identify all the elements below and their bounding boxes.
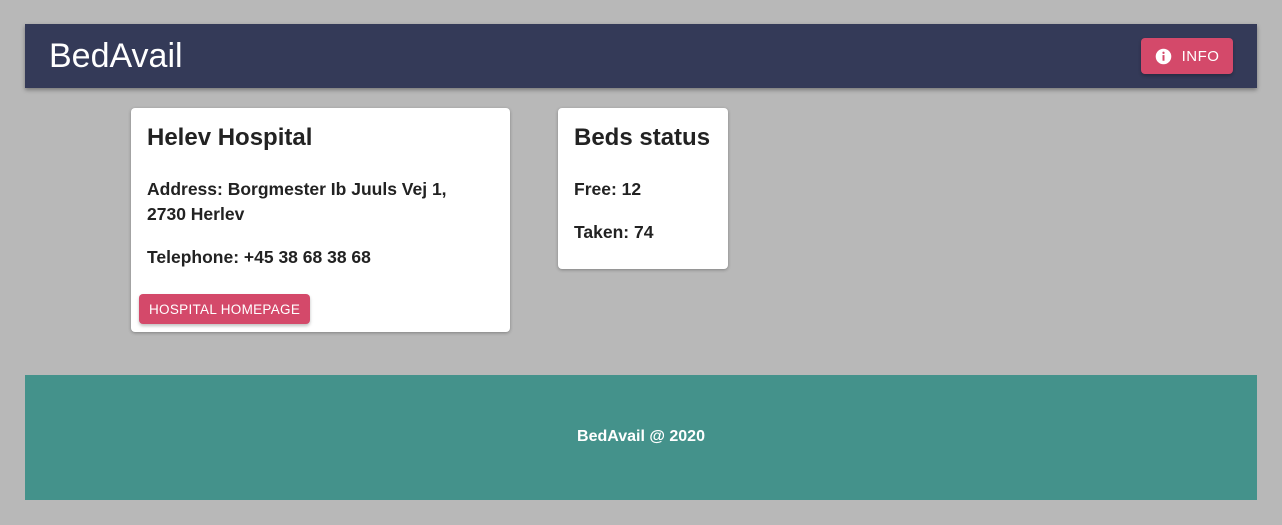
footer-copyright: BedAvail @ 2020 (577, 428, 705, 445)
hospital-card: Helev Hospital Address: Borgmester Ib Ju… (131, 108, 510, 332)
info-circle-icon (1155, 48, 1172, 65)
app-footer: BedAvail @ 2020 (25, 375, 1257, 500)
beds-taken: Taken: 74 (574, 222, 654, 242)
hospital-address: Address: Borgmester Ib Juuls Vej 1, 2730… (147, 179, 447, 224)
info-button[interactable]: INFO (1141, 38, 1233, 74)
hospital-name: Helev Hospital (147, 124, 313, 151)
beds-status-card: Beds status Free: 12 Taken: 74 (558, 108, 728, 269)
brand-title: BedAvail (49, 37, 183, 75)
hospital-telephone: Telephone: +45 38 68 38 68 (147, 247, 371, 267)
beds-status-title: Beds status (574, 124, 711, 151)
hospital-homepage-button[interactable]: HOSPITAL HOMEPAGE (139, 294, 311, 324)
info-button-label: INFO (1181, 47, 1220, 65)
app-header: BedAvail INFO (25, 24, 1257, 88)
beds-free: Free: 12 (574, 179, 642, 199)
